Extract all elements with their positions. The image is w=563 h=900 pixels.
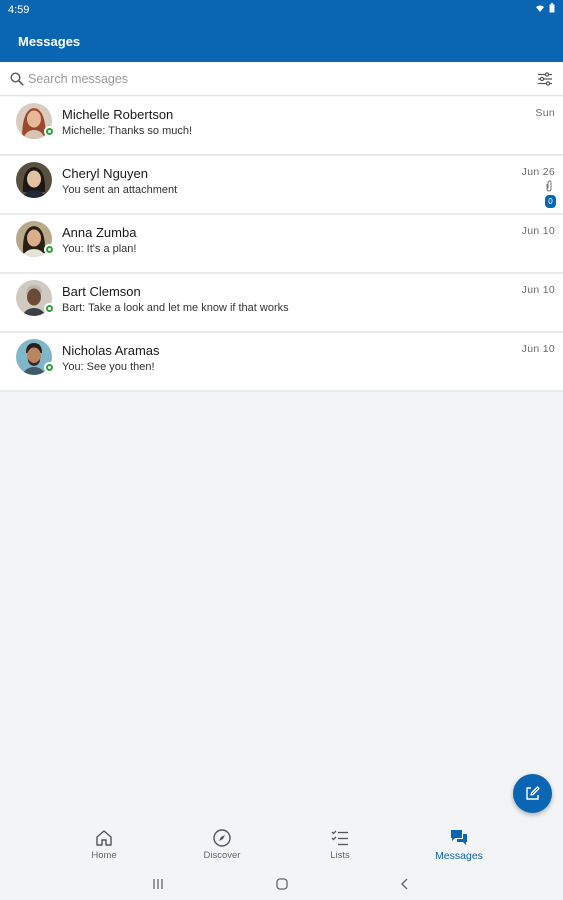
paperclip-icon [546, 180, 552, 192]
presence-indicator [44, 303, 55, 314]
nav-discover[interactable]: Discover [182, 828, 262, 868]
search-icon[interactable] [10, 72, 24, 86]
unread-badge: 0 [545, 195, 556, 208]
back-icon[interactable] [397, 876, 413, 892]
message-snippet: Michelle: Thanks so much! [62, 125, 193, 137]
message-snippet: You: See you then! [62, 361, 155, 373]
system-icons [535, 3, 555, 13]
conversation-row[interactable]: Bart Clemson Bart: Take a look and let m… [0, 274, 563, 333]
message-snippet: You: It's a plan! [62, 243, 137, 255]
nav-home-label: Home [91, 850, 117, 861]
status-bar: 4:59 [0, 0, 563, 20]
home-icon [96, 830, 112, 846]
compass-icon [213, 829, 231, 847]
nav-messages[interactable]: Messages [419, 828, 499, 868]
chat-icon [451, 830, 467, 845]
bottom-navigation: Home Discover Lists Messages [0, 824, 563, 868]
message-date: Sun [535, 107, 555, 119]
message-date: Jun 10 [521, 284, 555, 296]
message-snippet: You sent an attachment [62, 184, 178, 196]
nav-discover-label: Discover [203, 850, 241, 861]
nav-messages-label: Messages [435, 850, 483, 862]
search-bar [0, 62, 563, 96]
presence-indicator [44, 362, 55, 373]
wifi-icon [536, 5, 544, 12]
page-title: Messages [18, 34, 81, 49]
nav-home[interactable]: Home [64, 828, 144, 868]
message-date: Jun 10 [521, 343, 555, 355]
presence-indicator [44, 244, 55, 255]
status-time: 4:59 [8, 4, 30, 16]
conversation-row[interactable]: Nicholas Aramas You: See you then! Jun 1… [0, 333, 563, 392]
contact-name: Bart Clemson [62, 284, 141, 299]
compose-icon [526, 786, 540, 800]
contact-name: Nicholas Aramas [62, 343, 160, 358]
compose-button[interactable] [513, 774, 552, 813]
contact-name: Cheryl Nguyen [62, 166, 148, 181]
presence-indicator [44, 126, 55, 137]
search-input[interactable] [28, 69, 508, 89]
message-date: Jun 26 [521, 166, 555, 178]
conversation-list: Michelle Robertson Michelle: Thanks so m… [0, 97, 563, 392]
contact-name: Michelle Robertson [62, 107, 174, 122]
contact-name: Anna Zumba [62, 225, 137, 240]
recent-apps-icon[interactable] [150, 876, 166, 892]
avatar[interactable] [16, 162, 52, 198]
conversation-row[interactable]: Michelle Robertson Michelle: Thanks so m… [0, 97, 563, 156]
checklist-icon [331, 830, 348, 846]
home-button-icon[interactable] [274, 876, 290, 892]
nav-lists-label: Lists [330, 850, 350, 861]
message-date: Jun 10 [521, 225, 555, 237]
message-snippet: Bart: Take a look and let me know if tha… [62, 302, 289, 314]
conversation-row[interactable]: Cheryl Nguyen You sent an attachment Jun… [0, 156, 563, 215]
battery-icon [549, 3, 555, 13]
nav-lists[interactable]: Lists [300, 828, 380, 868]
app-bar: Messages [0, 20, 563, 62]
conversation-row[interactable]: Anna Zumba You: It's a plan! Jun 10 [0, 215, 563, 274]
filter-icon[interactable] [537, 71, 553, 87]
system-navigation [0, 868, 563, 900]
